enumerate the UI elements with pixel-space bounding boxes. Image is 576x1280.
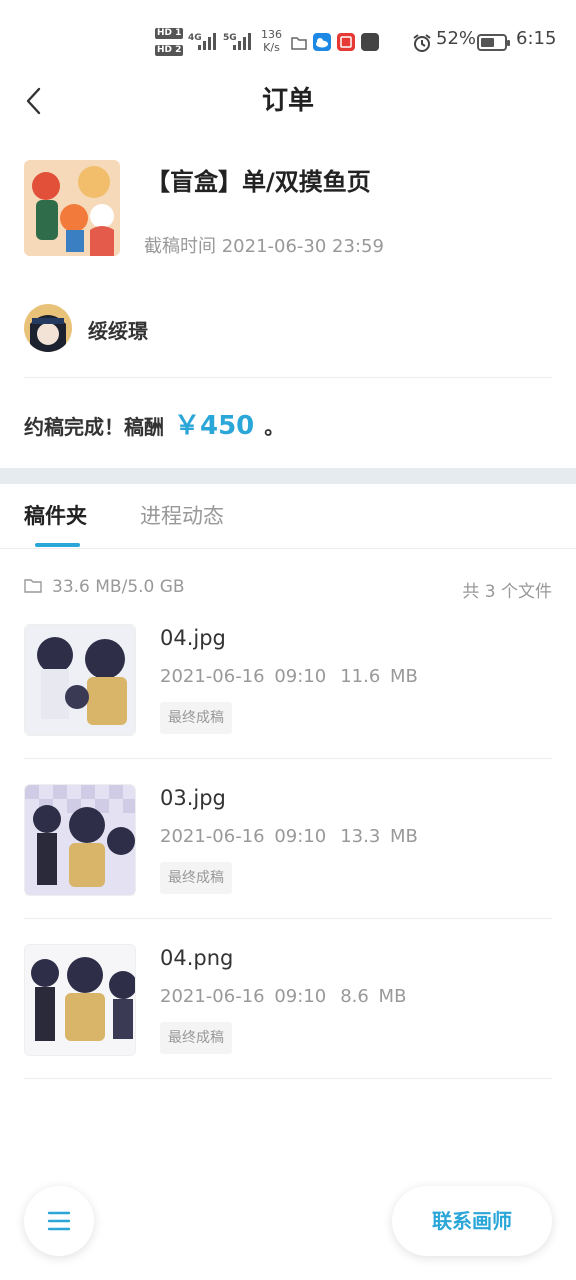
huawei-app-icon bbox=[361, 33, 379, 51]
menu-button[interactable] bbox=[24, 1186, 94, 1256]
book-app-icon bbox=[337, 33, 355, 51]
clock: 6:15 bbox=[516, 28, 557, 49]
file-size: 8.6 MB bbox=[340, 986, 407, 1007]
file-thumbnail[interactable] bbox=[24, 624, 136, 736]
weather-app-icon bbox=[313, 33, 331, 51]
battery-percent: 52% bbox=[436, 28, 477, 49]
hd2-indicator: HD 2 bbox=[155, 45, 184, 56]
speed-unit: K/s bbox=[263, 41, 280, 54]
file-item[interactable]: 04.png 2021-06-16 09:10 8.6 MB 最终成稿 bbox=[24, 944, 552, 1104]
signal-icon bbox=[233, 30, 251, 50]
file-name: 04.jpg bbox=[160, 626, 226, 650]
completion-suffix: 。 bbox=[264, 415, 285, 439]
divider bbox=[24, 1078, 552, 1079]
completion-text: 约稿完成！稿酬 bbox=[24, 415, 164, 439]
section-separator bbox=[0, 468, 576, 484]
file-date: 2021-06-16 09:10 bbox=[160, 986, 327, 1007]
artist-name[interactable]: 绥绥璟 bbox=[88, 315, 148, 344]
file-date: 2021-06-16 09:10 bbox=[160, 826, 327, 847]
completion-line: 约稿完成！稿酬 ￥450 。 bbox=[24, 405, 284, 442]
file-meta: 2021-06-16 09:10 13.3 MB bbox=[160, 826, 418, 847]
battery-icon bbox=[477, 34, 510, 51]
divider bbox=[24, 918, 552, 919]
hd1-indicator: HD 1 bbox=[155, 28, 184, 39]
folder-status-icon bbox=[291, 37, 307, 50]
deadline-text: 截稿时间 2021-06-30 23:59 bbox=[144, 236, 384, 257]
file-thumbnail[interactable] bbox=[24, 944, 136, 1056]
folder-icon bbox=[24, 579, 42, 593]
tab-drafts[interactable]: 稿件夹 bbox=[24, 502, 87, 530]
product-title: 【盲盒】单/双摸鱼页 bbox=[146, 168, 371, 196]
price-value: ￥450 bbox=[174, 411, 255, 441]
file-date: 2021-06-16 09:10 bbox=[160, 666, 327, 687]
product-thumbnail[interactable] bbox=[24, 160, 120, 256]
page-title: 订单 bbox=[261, 86, 314, 116]
speed-value: 136 bbox=[261, 28, 282, 41]
file-thumbnail[interactable] bbox=[24, 784, 136, 896]
divider bbox=[0, 548, 576, 549]
divider bbox=[24, 758, 552, 759]
signal-icon bbox=[198, 30, 216, 50]
network-speed: 136 K/s bbox=[261, 28, 282, 54]
avatar[interactable] bbox=[24, 304, 72, 352]
tab-progress[interactable]: 进程动态 bbox=[140, 502, 224, 530]
status-bar: HD 1 HD 2 4G 5G 136 K/s 52% 6:15 bbox=[0, 0, 576, 84]
file-size: 11.6 MB bbox=[340, 666, 418, 687]
storage-usage: 33.6 MB/5.0 GB bbox=[52, 577, 185, 597]
file-name: 04.png bbox=[160, 946, 234, 970]
file-meta: 2021-06-16 09:10 11.6 MB bbox=[160, 666, 418, 687]
file-name: 03.jpg bbox=[160, 786, 226, 810]
file-item[interactable]: 04.jpg 2021-06-16 09:10 11.6 MB 最终成稿 bbox=[24, 624, 552, 784]
menu-icon bbox=[47, 1211, 71, 1231]
contact-artist-button[interactable]: 联系画师 bbox=[392, 1186, 552, 1256]
file-item[interactable]: 03.jpg 2021-06-16 09:10 13.3 MB 最终成稿 bbox=[24, 784, 552, 944]
alarm-icon bbox=[413, 34, 431, 52]
file-count: 共 3 个文件 bbox=[462, 582, 552, 602]
divider bbox=[24, 377, 552, 378]
tab-indicator bbox=[35, 543, 80, 547]
file-tag: 最终成稿 bbox=[160, 702, 232, 734]
file-meta: 2021-06-16 09:10 8.6 MB bbox=[160, 986, 406, 1007]
file-tag: 最终成稿 bbox=[160, 862, 232, 894]
file-size: 13.3 MB bbox=[340, 826, 418, 847]
file-tag: 最终成稿 bbox=[160, 1022, 232, 1054]
